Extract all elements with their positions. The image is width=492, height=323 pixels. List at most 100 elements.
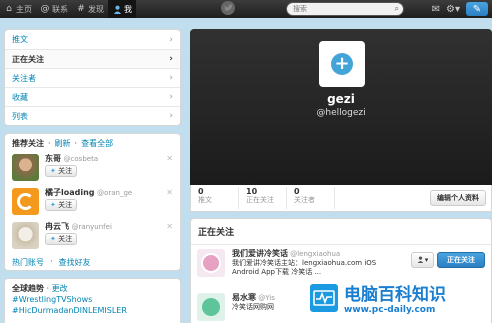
stat-tweets[interactable]: 0 推文 — [191, 187, 239, 209]
chevron-right-icon: › — [169, 54, 173, 64]
avatar[interactable] — [197, 293, 225, 321]
following-name[interactable]: 易水寒 — [232, 293, 256, 302]
stat-number: 10 — [246, 187, 258, 196]
change-trends-link[interactable]: 更改 — [52, 284, 68, 293]
chevron-down-icon: ▾ — [424, 256, 429, 264]
following-name[interactable]: 我们爱讲冷笑话 — [232, 249, 288, 258]
following-title: 正在关注 — [191, 219, 491, 245]
follow-button[interactable]: ✦ 关注 — [45, 199, 78, 211]
who-to-follow-footer: 热门账号 · 查找好友 — [12, 257, 91, 268]
suggestion-name[interactable]: 冉云飞 — [45, 222, 69, 231]
menu-item-label: 收藏 — [12, 92, 28, 102]
person-icon — [112, 4, 122, 14]
search-icon[interactable]: ⌕ — [395, 4, 399, 14]
left-sidebar: 推文 › 正在关注 › 关注者 › 收藏 › 列表 › 推荐关注 · 刷新 · 查看全部 … — [4, 29, 181, 323]
stat-followers[interactable]: 0 关注者 — [287, 187, 335, 209]
plus-icon: + — [331, 53, 353, 75]
dismiss-icon[interactable]: ✕ — [166, 154, 173, 163]
avatar[interactable] — [12, 154, 39, 181]
menu-item-tweets[interactable]: 推文 › — [5, 30, 180, 49]
suggestion-name[interactable]: 橘子loading — [45, 188, 95, 197]
stat-label: 正在关注 — [246, 196, 274, 204]
follow-bird-icon: ✦ — [50, 235, 56, 243]
direct-message-icon[interactable]: ✉ — [432, 2, 440, 16]
site-watermark: 电脑百科知识 www.pc-daily.com — [308, 272, 492, 323]
watermark-logo-icon — [308, 281, 340, 314]
nav-me-label: 我 — [124, 4, 132, 14]
menu-item-followers[interactable]: 关注者 › — [5, 68, 180, 87]
chevron-right-icon: › — [169, 92, 173, 102]
watermark-url: www.pc-daily.com — [344, 305, 436, 315]
trend-item[interactable]: #HicDurmadanDINLEMISLER — [12, 305, 173, 316]
suggestion-item: 冉云飞 @ranyunfei ✦ 关注 ✕ — [12, 222, 173, 251]
watermark-title: 电脑百科知识 — [344, 285, 446, 305]
nav-me[interactable]: 我 — [108, 0, 136, 18]
top-actions: ✉ ⚙▾ ✎ — [432, 0, 492, 18]
who-to-follow-header: 推荐关注 · 刷新 · 查看全部 — [12, 138, 114, 149]
menu-item-label: 推文 — [12, 35, 28, 44]
nav-connect-label: 联系 — [52, 4, 68, 14]
suggestion-item: 橘子loading @oran_ge ✦ 关注 ✕ — [12, 188, 173, 217]
refresh-link[interactable]: 刷新 — [55, 138, 71, 149]
profile-header-card: + gezi @hellogezi — [190, 29, 492, 185]
trends-panel: 全球趋势 · 更改 #WrestlingTVShows #HicDurmadan… — [4, 278, 181, 323]
menu-item-favorites[interactable]: 收藏 › — [5, 87, 180, 106]
suggestion-handle: @cosbeta — [63, 155, 99, 163]
stat-label: 推文 — [198, 196, 212, 204]
nav-connect[interactable]: @ 联系 — [36, 0, 72, 18]
search-input[interactable]: 搜索 ⌕ — [286, 2, 404, 16]
edit-profile-button[interactable]: 编辑个人资料 — [430, 190, 486, 206]
avatar[interactable] — [12, 222, 39, 249]
trend-item[interactable]: #WrestlingTVShows — [12, 294, 173, 305]
nav-discover[interactable]: # 发现 — [72, 0, 108, 18]
following-handle: @Yis — [258, 294, 275, 302]
at-icon: @ — [40, 4, 50, 14]
following-bio: 我们爱讲冷笑话主站：lengxiaohua.com iOS — [232, 259, 377, 267]
suggestion-item: 东哥 @cosbeta ✦ 关注 ✕ — [12, 154, 173, 183]
person-icon — [417, 255, 424, 265]
chevron-right-icon: › — [169, 111, 173, 121]
follow-button-label: 关注 — [58, 167, 73, 175]
following-button[interactable]: 正在关注 — [437, 252, 485, 268]
profile-handle: @hellogezi — [316, 108, 366, 118]
menu-item-label: 关注者 — [12, 73, 36, 83]
stat-label: 关注者 — [294, 196, 315, 204]
suggestion-name[interactable]: 东哥 — [45, 154, 61, 163]
view-all-link[interactable]: 查看全部 — [81, 138, 113, 149]
follow-button[interactable]: ✦ 关注 — [45, 233, 78, 245]
who-to-follow-panel: 推荐关注 · 刷新 · 查看全部 东哥 @cosbeta ✦ 关注 ✕ 橘子lo… — [4, 133, 181, 271]
dismiss-icon[interactable]: ✕ — [166, 188, 173, 197]
find-friends-link[interactable]: 查找好友 — [59, 257, 91, 268]
profile-stats: 0 推文 10 正在关注 0 关注者 编辑个人资料 — [190, 185, 492, 212]
popular-accounts-link[interactable]: 热门账号 — [12, 257, 44, 268]
follow-bird-icon: ✦ — [50, 167, 56, 175]
menu-item-lists[interactable]: 列表 › — [5, 106, 180, 125]
menu-item-label: 正在关注 — [12, 54, 44, 64]
suggestion-handle: @oran_ge — [97, 189, 133, 197]
menu-item-following[interactable]: 正在关注 › — [5, 49, 180, 68]
dismiss-icon[interactable]: ✕ — [166, 222, 173, 231]
search-placeholder: 搜索 — [293, 5, 307, 13]
gear-icon[interactable]: ⚙▾ — [446, 2, 460, 16]
home-icon: ⌂ — [6, 4, 12, 14]
chevron-right-icon: › — [169, 34, 173, 45]
hashtag-icon: # — [77, 4, 85, 14]
user-actions-button[interactable]: ▾ — [411, 252, 434, 268]
follow-button-label: 关注 — [58, 235, 73, 243]
stat-number: 0 — [198, 187, 204, 196]
profile-menu: 推文 › 正在关注 › 关注者 › 收藏 › 列表 › — [4, 29, 181, 126]
compose-tweet-button[interactable]: ✎ — [466, 2, 488, 16]
top-navigation-bar: ⌂ 主页 @ 联系 # 发现 我 搜索 ⌕ ✉ ⚙▾ ✎ — [0, 0, 492, 18]
follow-button[interactable]: ✦ 关注 — [45, 165, 78, 177]
avatar[interactable] — [12, 188, 39, 215]
twitter-bird-icon[interactable] — [221, 1, 235, 15]
stat-following[interactable]: 10 正在关注 — [239, 187, 287, 209]
menu-item-label: 列表 — [12, 111, 28, 121]
nav-home[interactable]: ⌂ 主页 — [0, 0, 36, 18]
trends-title: 全球趋势 — [12, 284, 44, 293]
nav-discover-label: 发现 — [88, 4, 104, 14]
profile-avatar[interactable]: + — [319, 41, 365, 87]
avatar[interactable] — [197, 249, 225, 277]
following-handle: @lengxiaohua — [290, 250, 341, 258]
follow-button-label: 关注 — [58, 201, 73, 209]
